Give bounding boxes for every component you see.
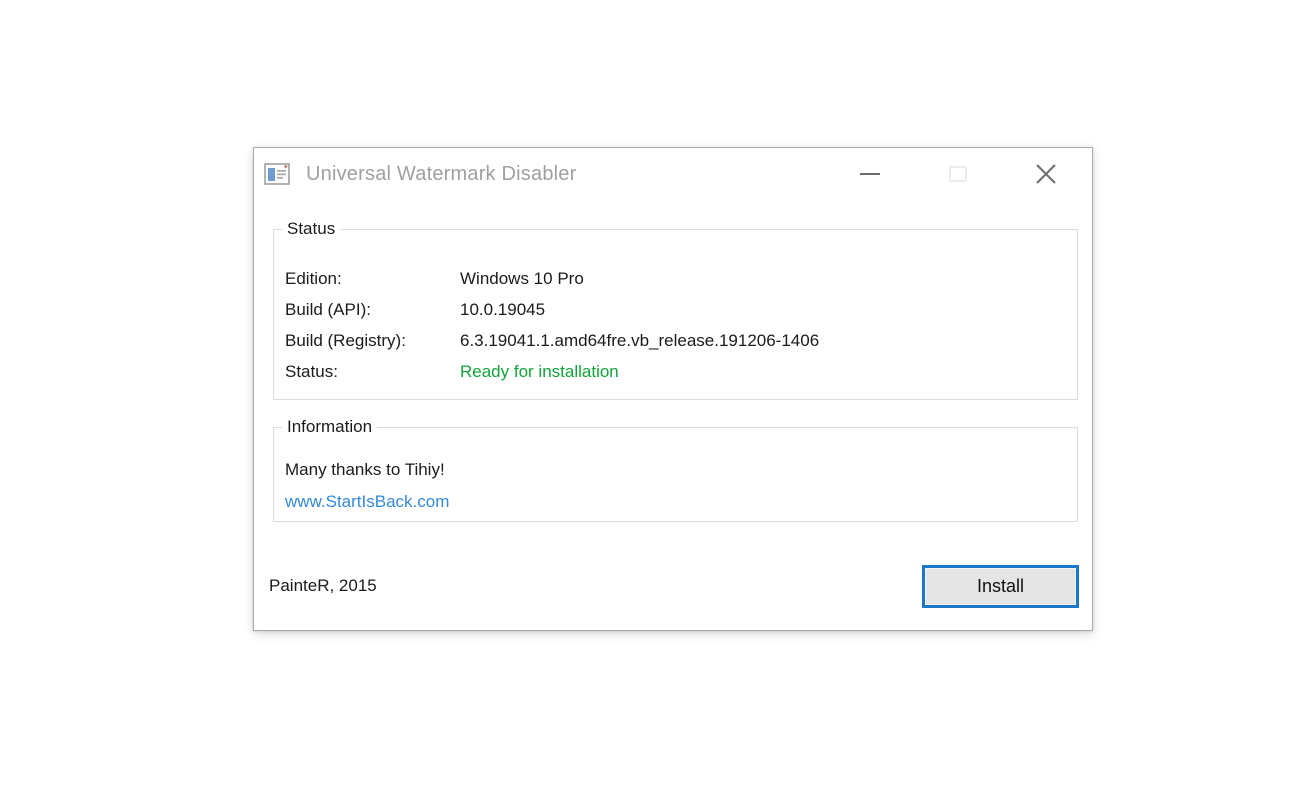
build-registry-label: Build (Registry): (285, 325, 460, 356)
status-groupbox: Status Edition: Windows 10 Pro Build (AP… (273, 229, 1078, 400)
thanks-text: Many thanks to Tihiy! (285, 454, 1077, 486)
window-controls (826, 152, 1090, 196)
status-row-build-registry: Build (Registry): 6.3.19041.1.amd64fre.v… (285, 325, 1077, 356)
status-row-edition: Edition: Windows 10 Pro (285, 263, 1077, 294)
status-row-build-api: Build (API): 10.0.19045 (285, 294, 1077, 325)
information-group-label: Information (282, 417, 377, 437)
status-row-status: Status: Ready for installation (285, 356, 1077, 387)
title-bar[interactable]: Universal Watermark Disabler (254, 148, 1092, 200)
edition-label: Edition: (285, 263, 460, 294)
edition-value: Windows 10 Pro (460, 263, 1077, 294)
minimize-button[interactable] (826, 152, 914, 196)
app-icon[interactable] (264, 163, 290, 185)
status-value: Ready for installation (460, 356, 1077, 387)
maximize-icon (949, 166, 967, 182)
build-api-value: 10.0.19045 (460, 294, 1077, 325)
status-group-label: Status (282, 219, 340, 239)
close-icon (1034, 162, 1058, 186)
app-window: Universal Watermark Disabler Stat (253, 147, 1093, 631)
status-rows: Edition: Windows 10 Pro Build (API): 10.… (274, 230, 1077, 387)
information-body: Many thanks to Tihiy! www.StartIsBack.co… (274, 428, 1077, 518)
author-credit: PainteR, 2015 (269, 576, 377, 596)
build-registry-value: 6.3.19041.1.amd64fre.vb_release.191206-1… (460, 325, 1077, 356)
minimize-icon (860, 173, 880, 175)
status-label: Status: (285, 356, 460, 387)
desktop-background: Universal Watermark Disabler Stat (0, 0, 1315, 800)
build-api-label: Build (API): (285, 294, 460, 325)
startisback-link[interactable]: www.StartIsBack.com (285, 492, 449, 511)
maximize-button[interactable] (914, 152, 1002, 196)
window-title: Universal Watermark Disabler (306, 163, 576, 186)
information-groupbox: Information Many thanks to Tihiy! www.St… (273, 427, 1078, 522)
install-button[interactable]: Install (922, 565, 1079, 608)
close-button[interactable] (1002, 152, 1090, 196)
